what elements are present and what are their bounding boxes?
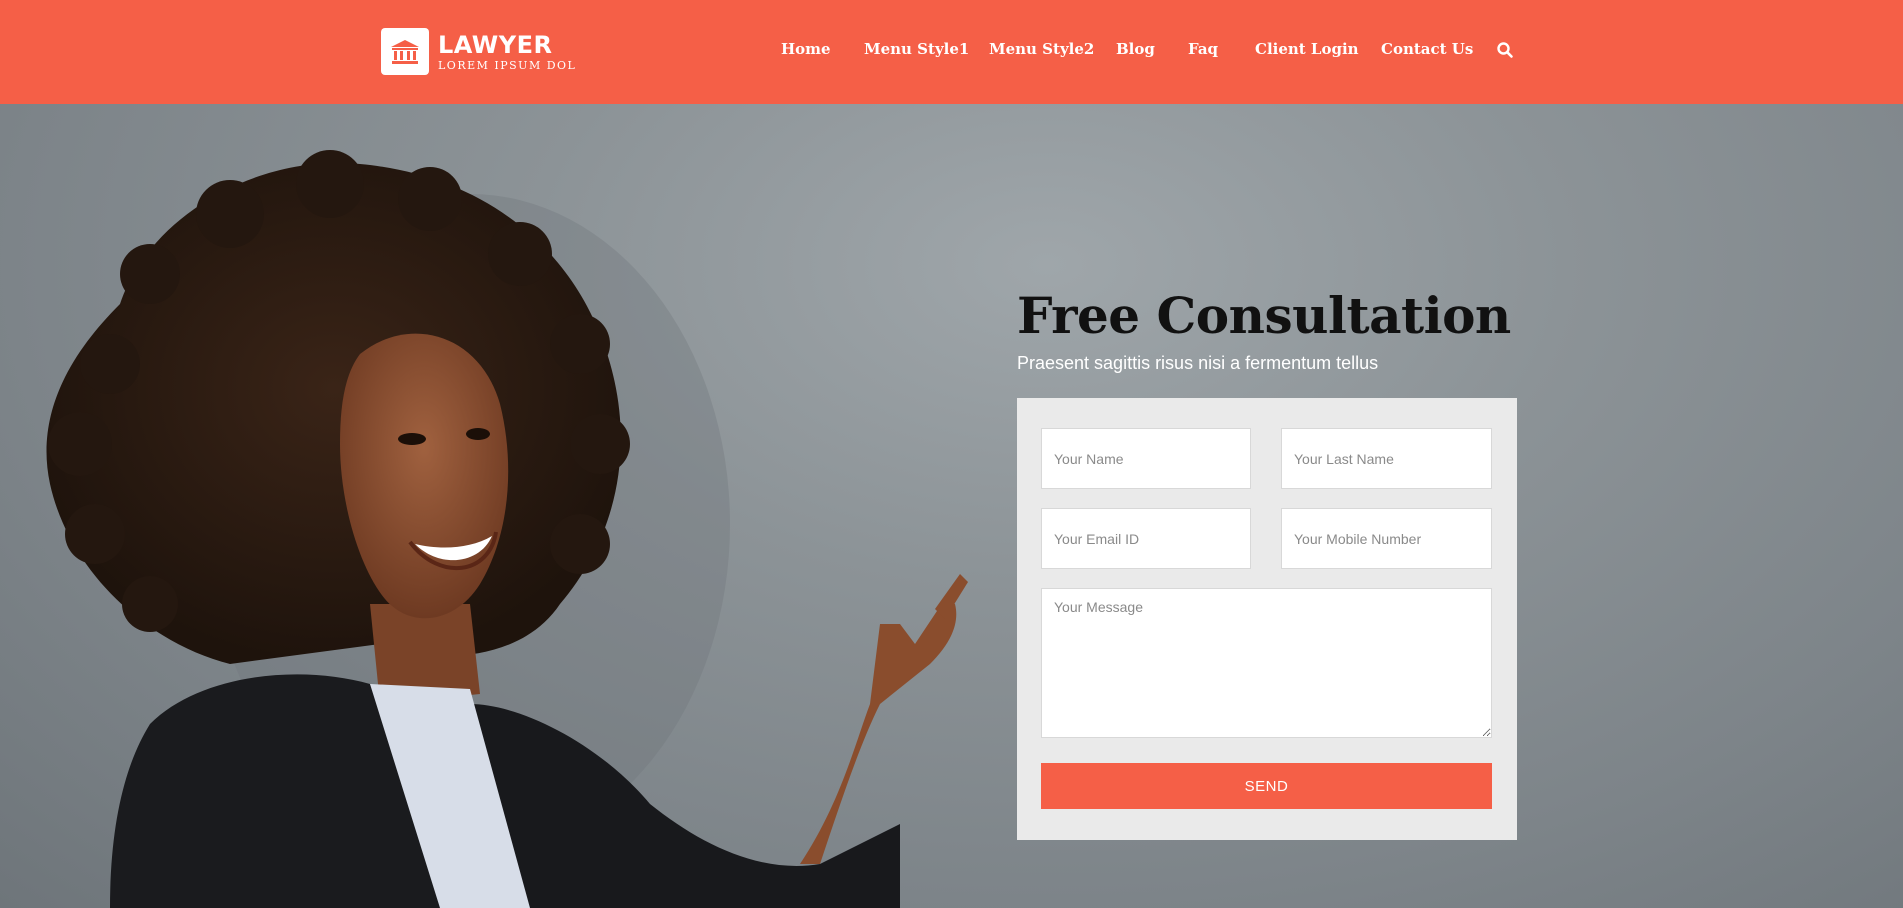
last-name-input[interactable] [1281,428,1492,489]
nav-item-home[interactable]: Home [781,38,831,60]
send-button[interactable]: SEND [1041,763,1492,809]
search-icon[interactable] [1496,41,1514,59]
nav-item-menu-style1[interactable]: Menu Style1 [864,38,969,60]
mobile-input[interactable] [1281,508,1492,569]
nav-item-blog[interactable]: Blog [1116,38,1155,60]
site-header: LAWYER LOREM IPSUM DOL Home Menu Style1 … [0,0,1903,104]
message-textarea[interactable] [1041,588,1492,738]
main-nav: Home Menu Style1 Menu Style2 Blog Faq Cl… [0,38,1903,62]
consultation-form: SEND [1017,398,1517,840]
nav-item-client-login[interactable]: Client Login [1255,38,1359,60]
hero-section: Free Consultation Praesent sagittis risu… [0,104,1903,908]
email-input[interactable] [1041,508,1251,569]
first-name-input[interactable] [1041,428,1251,489]
nav-item-contact-us[interactable]: Contact Us [1381,38,1473,60]
page-subtitle: Praesent sagittis risus nisi a fermentum… [1017,353,1379,373]
page-title: Free Consultation [1017,286,1511,345]
hero-person-image [46,150,968,908]
nav-item-menu-style2[interactable]: Menu Style2 [989,38,1094,60]
nav-item-faq[interactable]: Faq [1188,38,1218,60]
